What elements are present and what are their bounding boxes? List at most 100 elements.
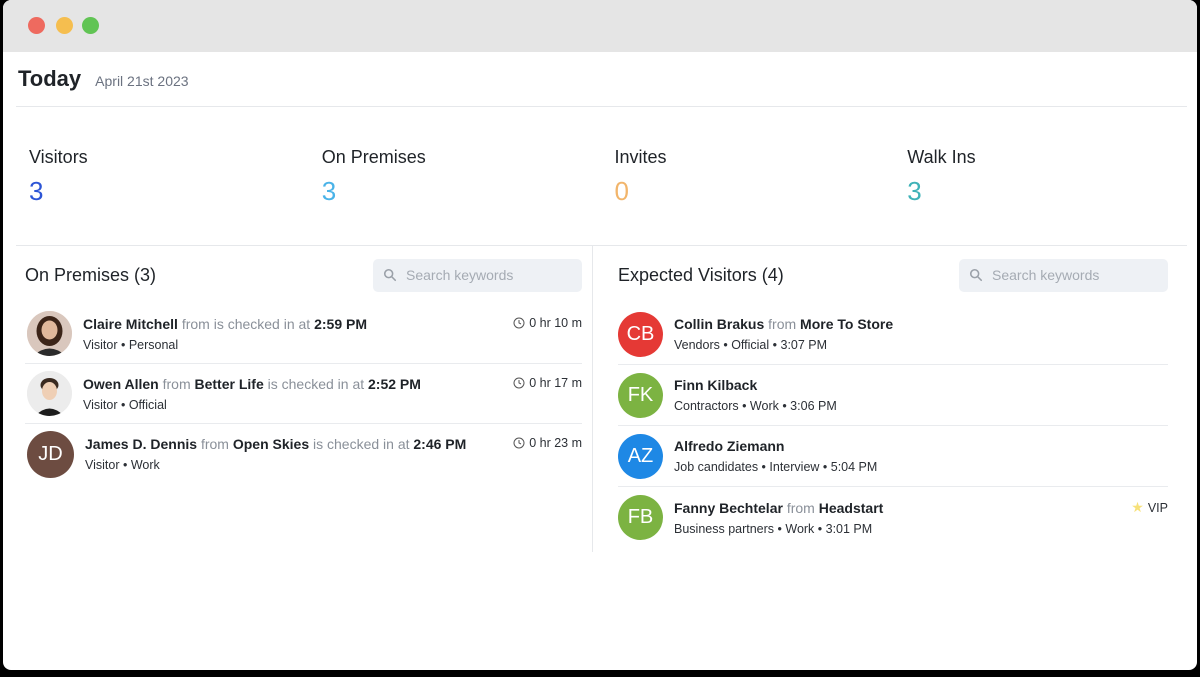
visitor-name[interactable]: Finn Kilback [674,377,757,393]
visitor-line: Owen Allen from Better Life is checked i… [83,376,513,392]
visitor-row[interactable]: JD James D. Dennis from Open Skies is ch… [25,424,582,484]
visitor-line: Claire Mitchell from is checked in at 2:… [83,316,513,332]
visitor-info: Fanny Bechtelar from Headstart Business … [674,500,1131,536]
stat-walk-ins[interactable]: Walk Ins 3 [894,147,1187,245]
visitor-info: James D. Dennis from Open Skies is check… [85,436,513,472]
search-input[interactable] [992,267,1152,283]
checked-text: is checked in at [213,315,311,332]
visitor-info: Collin Brakus from More To Store Vendors… [674,316,1168,352]
checkin-time: 2:46 PM [413,436,467,452]
visitor-name[interactable]: Owen Allen [83,376,159,392]
avatar: FB [618,495,663,540]
stats-bar: Visitors 3 On Premises 3 Invites 0 Walk … [16,107,1187,246]
search-box[interactable] [959,258,1168,292]
close-window-button[interactable] [28,17,45,34]
stat-label: Invites [614,147,667,167]
stat-visitors[interactable]: Visitors 3 [16,147,309,245]
avatar: FK [618,372,663,418]
visitor-row[interactable]: Claire Mitchell from is checked in at 2:… [25,304,582,364]
clock-icon [513,317,525,329]
visitor-meta: Job candidates • Interview • 5:04 PM [674,460,878,474]
duration-text: 0 hr 17 m [529,376,582,390]
search-input[interactable] [406,267,566,283]
duration-text: 0 hr 10 m [529,316,582,330]
visitor-name[interactable]: Collin Brakus [674,316,764,332]
stat-value: 3 [29,176,44,206]
company-name: More To Store [800,316,894,332]
avatar [27,371,72,416]
visitor-meta: Vendors • Official • 3:07 PM [674,338,828,352]
checkin-time: 2:59 PM [314,315,368,332]
search-box[interactable] [373,258,582,292]
visitor-info: Claire Mitchell from is checked in at 2:… [83,316,513,352]
stat-label: On Premises [321,147,426,167]
app-window: Today April 21st 2023 Visitors 3 On Prem… [3,0,1197,670]
search-icon [969,268,983,282]
man-photo-icon [27,371,72,416]
page-title: Today [18,66,82,91]
visitor-info: Finn Kilback Contractors • Work • 3:06 P… [674,377,1168,413]
visitor-name[interactable]: Fanny Bechtelar [674,500,783,516]
visitor-row[interactable]: Owen Allen from Better Life is checked i… [25,364,582,424]
duration: 0 hr 23 m [513,436,582,450]
stat-value: 0 [614,176,629,206]
company-name: Headstart [818,499,884,516]
visitor-meta: Visitor • Personal [83,337,179,352]
from-text: from [768,316,797,332]
checked-text: is checked in at [267,375,365,392]
visitor-meta: Business partners • Work • 3:01 PM [674,521,873,536]
visitor-info: Owen Allen from Better Life is checked i… [83,376,513,412]
expected-row[interactable]: FB Fanny Bechtelar from Headstart Busine… [618,487,1168,548]
visitor-line: Alfredo Ziemann [674,438,1168,454]
vip-badge: ★ VIP [1131,499,1168,516]
visitor-line: James D. Dennis from Open Skies is check… [85,436,513,452]
woman-photo-icon [27,311,72,356]
visitor-name[interactable]: Alfredo Ziemann [674,438,784,454]
from-text: from [181,315,210,332]
clock-icon [513,377,525,389]
visitor-name[interactable]: Claire Mitchell [83,316,178,332]
panel-title: Expected Visitors (4) [618,264,784,285]
clock-icon [513,437,525,449]
stat-label: Visitors [29,147,88,167]
visitor-meta: Visitor • Work [85,458,160,472]
visitor-line: Collin Brakus from More To Store [674,316,1168,332]
expected-row[interactable]: FK Finn Kilback Contractors • Work • 3:0… [618,365,1168,426]
title-bar [3,0,1197,52]
vip-label: VIP [1147,500,1168,515]
panels: On Premises (3) Claire Mitchell fr [3,246,1197,552]
from-text: from [786,499,815,516]
minimize-window-button[interactable] [56,17,73,34]
company-name: Better Life [194,375,264,392]
visitor-line: Finn Kilback [674,377,1168,393]
avatar [27,311,72,356]
expected-row[interactable]: CB Collin Brakus from More To Store Vend… [618,304,1168,365]
visitor-line: Fanny Bechtelar from Headstart [674,500,1131,516]
stat-label: Walk Ins [907,147,976,167]
page-date: April 21st 2023 [95,73,189,89]
duration-text: 0 hr 23 m [529,436,582,450]
checkin-time: 2:52 PM [368,375,421,392]
panel-header: Expected Visitors (4) [618,246,1168,304]
panel-header: On Premises (3) [25,246,582,304]
visitor-name[interactable]: James D. Dennis [85,436,197,452]
search-icon [383,268,397,282]
visitor-info: Alfredo Ziemann Job candidates • Intervi… [674,438,1168,474]
stat-invites[interactable]: Invites 0 [602,147,895,245]
stat-on-premises[interactable]: On Premises 3 [309,147,602,245]
expected-row[interactable]: AZ Alfredo Ziemann Job candidates • Inte… [618,426,1168,487]
maximize-window-button[interactable] [82,17,99,34]
on-premises-panel: On Premises (3) Claire Mitchell fr [3,246,593,552]
stat-value: 3 [321,176,337,206]
page-header: Today April 21st 2023 [16,52,1187,107]
avatar: JD [27,430,74,478]
star-icon: ★ [1131,499,1144,515]
checked-text: is checked in at [313,436,410,452]
visitor-meta: Visitor • Official [83,397,167,412]
from-text: from [162,375,191,392]
avatar: AZ [618,433,663,479]
duration: 0 hr 17 m [513,376,582,390]
duration: 0 hr 10 m [513,316,582,330]
panel-title: On Premises (3) [25,264,157,285]
stat-value: 3 [907,176,922,206]
